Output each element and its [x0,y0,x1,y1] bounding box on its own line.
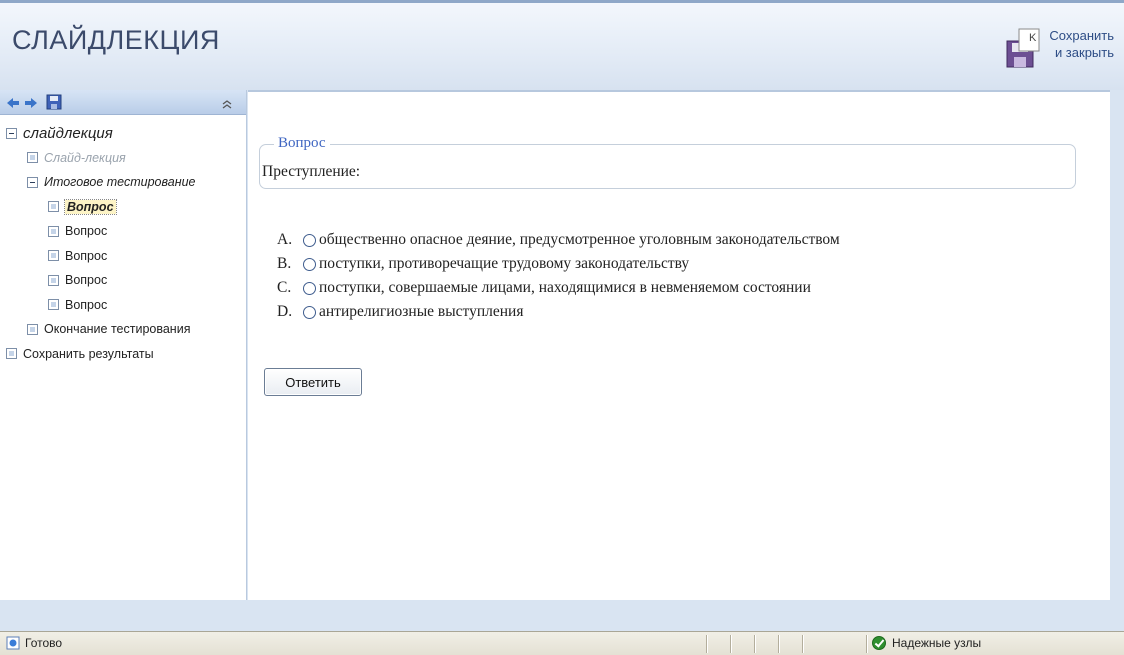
tree-item-question[interactable]: Вопрос [0,293,246,318]
tree-item-label: Итоговое тестирование [44,175,196,190]
answer-option-d[interactable]: D. антирелигиозные выступления [277,300,840,324]
collapse-toggle-icon[interactable] [6,127,17,139]
question-panel: Вопрос Преступление: A. общественно опас… [248,90,1110,600]
save-and-close-button[interactable]: K Сохранить и закрыть [964,27,1114,77]
tree-item-end-test[interactable]: Окончание тестирования [0,317,246,342]
leaf-node-icon [48,225,59,237]
save-close-label-line1: Сохранить [1049,28,1114,43]
save-close-label-line2: и закрыть [1054,45,1114,60]
answer-text: антирелигиозные выступления [319,303,524,320]
save-close-icon: K [1005,27,1045,71]
leaf-node-icon [48,250,59,262]
status-separator [802,635,804,653]
leaf-node-icon [48,299,59,311]
page-icon [6,636,20,650]
trusted-check-icon [872,636,886,650]
tree-item-label: Окончание тестирования [44,322,191,337]
answer-option-b[interactable]: B. поступки, противоречащие трудовому за… [277,252,840,276]
leaf-node-icon [27,152,38,164]
submit-answer-button[interactable]: Ответить [264,368,362,396]
question-fieldset: Вопрос Преступление: [259,135,1076,189]
leaf-node-icon [27,323,38,335]
tree-item-question[interactable]: Вопрос [0,244,246,269]
question-legend: Вопрос [274,135,330,152]
tree-item-label: Вопрос [65,297,108,312]
tree-item-question[interactable]: Вопрос [0,219,246,244]
answer-letter: C. [277,279,292,296]
status-separator [706,635,708,653]
tree-item-label: слайдлекция [23,124,113,142]
answer-option-a[interactable]: A. общественно опасное деяние, предусмот… [277,228,840,252]
tree-item-label: Слайд-лекция [44,150,126,165]
app-header: СЛАЙДЛЕКЦИЯ K Сохранить и закрыть [0,0,1124,90]
answer-letter: A. [277,231,293,248]
app-title: СЛАЙДЛЕКЦИЯ [12,25,220,55]
answer-option-c[interactable]: C. поступки, совершаемые лицами, находящ… [277,276,840,300]
svg-text:K: K [1029,32,1037,44]
radio-button[interactable] [303,257,316,271]
status-separator [866,635,868,653]
tree-item-label: Вопрос [65,248,108,263]
tree-item-label: Вопрос [65,224,108,239]
tree-item-final-test[interactable]: Итоговое тестирование [0,170,246,195]
tree-item-question-current[interactable]: Вопрос [0,195,246,220]
collapse-icon[interactable] [222,97,232,115]
save-icon[interactable] [46,94,62,115]
status-separator [754,635,756,653]
radio-button[interactable] [303,305,316,319]
security-zone-text: Надежные узлы [892,636,982,650]
answer-text: поступки, противоречащие трудовому закон… [319,255,690,272]
back-arrow-icon[interactable] [6,96,20,114]
answer-letter: B. [277,255,292,272]
tree-item-label: Вопрос [65,273,108,288]
status-separator [730,635,732,653]
navigation-sidebar: слайдлекция Слайд-лекция Итоговое тестир… [0,90,247,600]
security-zone[interactable]: Надежные узлы [872,636,981,650]
tree-item-label: Сохранить результаты [23,346,154,361]
answer-text: общественно опасное деяние, предусмотрен… [319,231,840,248]
status-text: Готово [25,636,63,650]
leaf-node-icon [6,348,17,360]
radio-button[interactable] [303,281,316,295]
tree-item-question[interactable]: Вопрос [0,268,246,293]
tree-item-save-results[interactable]: Сохранить результаты [0,342,246,367]
answer-text: поступки, совершаемые лицами, находящими… [319,279,811,296]
answer-options: A. общественно опасное деяние, предусмот… [277,228,840,324]
forward-arrow-icon[interactable] [24,96,38,114]
course-tree: слайдлекция Слайд-лекция Итоговое тестир… [0,115,246,366]
tree-item-root[interactable]: слайдлекция [0,121,246,146]
radio-button[interactable] [303,233,316,247]
tree-item-slide-lecture[interactable]: Слайд-лекция [0,146,246,171]
status-bar: Готово Надежные узлы [0,631,1124,655]
answer-letter: D. [277,303,293,320]
question-text: Преступление: [262,163,361,180]
leaf-node-icon [48,274,59,286]
collapse-toggle-icon[interactable] [27,176,38,188]
status-separator [778,635,780,653]
tree-item-label: Вопрос [64,198,117,215]
sidebar-toolbar [0,90,246,115]
leaf-node-icon [48,201,59,213]
